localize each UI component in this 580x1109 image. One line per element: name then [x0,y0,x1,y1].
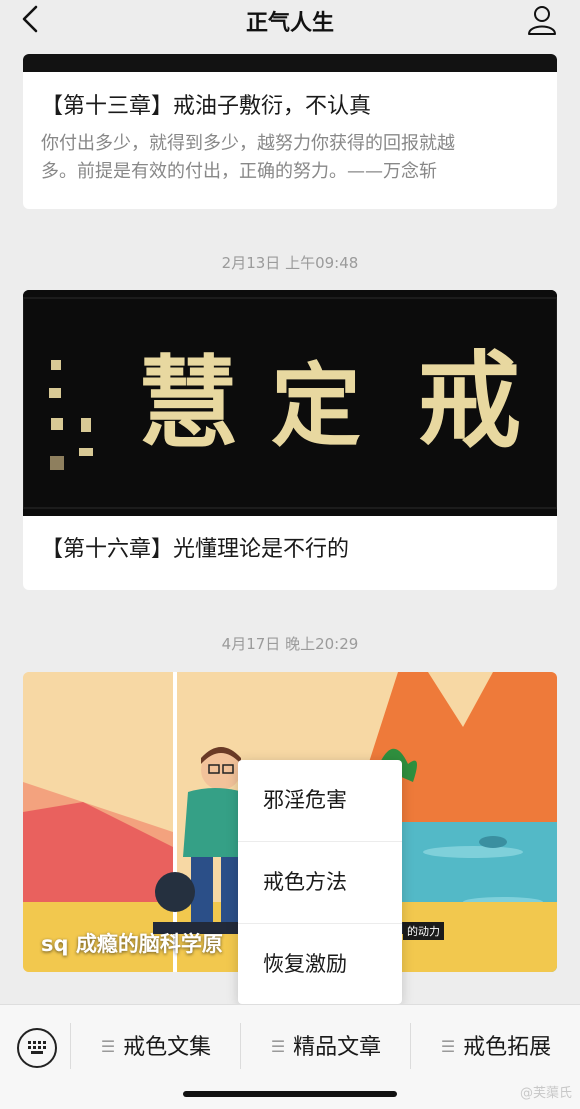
video-overlay-title: sq 成瘾的脑科学原 [41,932,223,956]
person-icon[interactable] [526,4,558,36]
calligraphy-character: 定 [271,353,361,459]
menu-lines-icon: ☰ [100,1037,116,1056]
video-subtitle: 的动力 [403,922,444,940]
page-title: 正气人生 [245,11,334,36]
article-cover-image: 慧 定 戒 [23,290,557,516]
message-timestamp: 2月13日 上午09:48 [221,254,359,272]
article-title: 【第十六章】光懂理论是不行的 [41,537,350,562]
home-indicator[interactable] [183,1091,397,1097]
submenu-popup: 邪淫危害 戒色方法 恢复激励 [238,760,402,1004]
submenu-item-method[interactable]: 戒色方法 [238,842,402,924]
nav-header: 正气人生 [0,0,580,42]
article-description: 你付出多少，就得到多少，越努力你获得的回报就越 多。前提是有效的付出，正确的努力… [41,133,455,182]
menu-button-featured-articles[interactable]: ☰ 精品文章 [242,1029,410,1065]
divider [240,1023,241,1069]
article-card[interactable]: 慧 定 戒 【第十六章】光懂理论是不行的 [23,290,557,590]
message-timestamp: 4月17日 晚上20:29 [221,635,359,653]
submenu-item-harm[interactable]: 邪淫危害 [238,760,402,842]
divider [410,1023,411,1069]
calligraphy-character: 慧 [138,344,238,462]
menu-button-articles-collection[interactable]: ☰ 戒色文集 [72,1029,240,1065]
article-cover-image [23,54,557,72]
article-card[interactable]: 【第十三章】戒油子敷衍，不认真 你付出多少，就得到多少，越努力你获得的回报就越 … [23,54,557,209]
divider [70,1023,71,1069]
menu-lines-icon: ☰ [440,1037,456,1056]
menu-lines-icon: ☰ [270,1037,286,1056]
article-title: 【第十三章】戒油子敷衍，不认真 [41,94,372,119]
watermark: @芙蕖氏 [519,1086,572,1101]
calligraphy-character: 戒 [417,339,522,462]
submenu-item-motivation[interactable]: 恢复激励 [238,924,402,1005]
keyboard-icon[interactable] [17,1028,57,1068]
menu-button-extensions[interactable]: ☰ 戒色拓展 [412,1029,580,1065]
